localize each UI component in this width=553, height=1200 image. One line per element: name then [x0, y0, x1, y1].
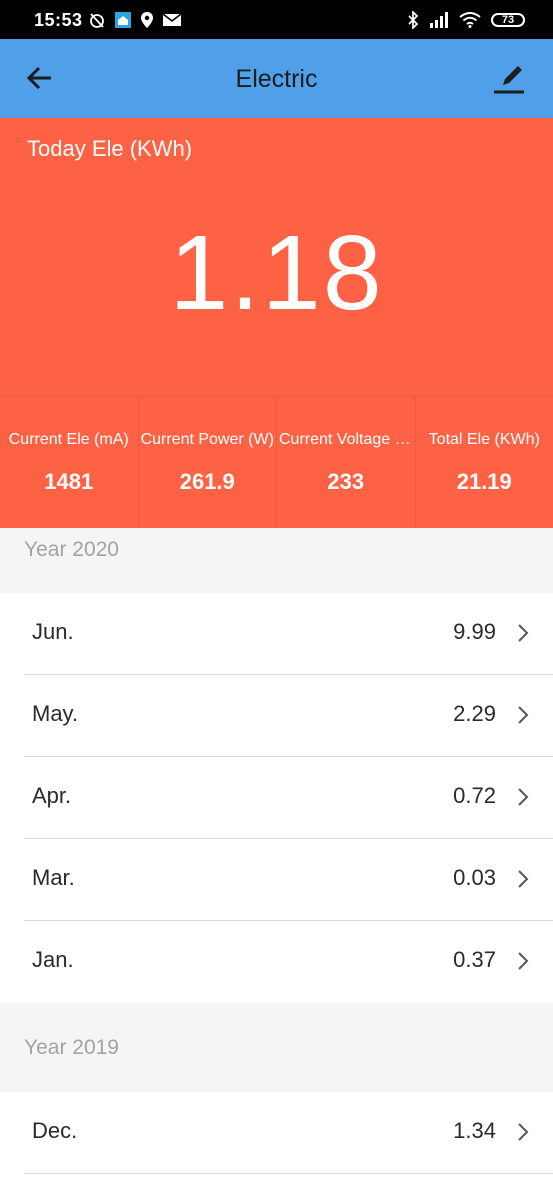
stats-row: Current Ele (mA) 1481 Current Power (W) … [0, 396, 553, 528]
stat-current-ele: Current Ele (mA) 1481 [0, 396, 139, 528]
month-list-2019: Dec. 1.34 [0, 1092, 553, 1174]
year-header-2020: Year 2020 [0, 528, 553, 593]
month-name: Mar. [32, 865, 75, 890]
stat-label: Current Ele (mA) [8, 431, 129, 448]
chevron-right-icon [518, 952, 529, 970]
stat-label: Current Power (W) [140, 431, 274, 448]
month-name: Jan. [32, 947, 74, 972]
month-value: 0.72 [453, 783, 496, 808]
edit-button[interactable] [491, 59, 527, 97]
status-time: 15:53 [34, 10, 83, 30]
stat-label: Current Voltage (V) [279, 431, 415, 448]
status-icons-right: 73 [407, 10, 525, 30]
signal-icon [430, 12, 448, 28]
month-row-mar[interactable]: Mar. 0.03 [0, 839, 553, 921]
bluetooth-icon [408, 11, 419, 29]
page-title: Electric [235, 65, 318, 93]
location-icon [141, 12, 153, 28]
month-name: Dec. [32, 1118, 78, 1143]
month-list-2020: Jun. 9.99 May. 2.29 Apr. 0.72 Mar. 0.03 … [0, 593, 553, 1003]
month-value: 2.29 [453, 701, 496, 726]
year-header-2019: Year 2019 [0, 1003, 553, 1092]
chevron-right-icon [518, 870, 529, 888]
stat-value: 261.9 [179, 469, 235, 494]
today-energy-value: 1.18 [169, 214, 384, 332]
month-value: 1.34 [453, 1118, 496, 1143]
year-label: Year 2019 [24, 1036, 119, 1059]
stat-label: Total Ele (KWh) [428, 431, 540, 448]
month-row-jun[interactable]: Jun. 9.99 [0, 593, 553, 675]
today-energy-panel: Today Ele (KWh) 1.18 [0, 118, 553, 396]
stat-value: 21.19 [456, 469, 512, 494]
chevron-right-icon [518, 1123, 529, 1141]
month-row-dec[interactable]: Dec. 1.34 [0, 1092, 553, 1174]
wifi-icon [459, 12, 481, 28]
month-value: 0.03 [453, 865, 496, 890]
month-name: May. [32, 701, 79, 726]
month-row-may[interactable]: May. 2.29 [0, 675, 553, 757]
stat-value: 233 [327, 469, 365, 494]
chevron-right-icon [518, 788, 529, 806]
app-bar: Electric [0, 39, 553, 118]
month-name: Apr. [32, 783, 72, 808]
year-label: Year 2020 [24, 538, 119, 561]
app-notification-icon [115, 12, 131, 28]
battery-icon: 73 [491, 13, 525, 27]
chevron-right-icon [518, 624, 529, 642]
month-name: Jun. [32, 619, 74, 644]
month-value: 9.99 [453, 619, 496, 644]
month-row-jan[interactable]: Jan. 0.37 [0, 921, 553, 1003]
status-bar: 15:53 73 [0, 0, 553, 39]
month-value: 0.37 [453, 947, 496, 972]
stat-value: 1481 [44, 469, 94, 494]
edit-icon [494, 66, 524, 94]
alarm-off-icon [90, 13, 104, 28]
chevron-right-icon [518, 706, 529, 724]
month-row-apr[interactable]: Apr. 0.72 [0, 757, 553, 839]
status-icons-left [88, 10, 182, 30]
stat-current-power: Current Power (W) 261.9 [138, 396, 277, 528]
mail-icon [162, 13, 182, 26]
stat-total-ele: Total Ele (KWh) 21.19 [415, 396, 553, 528]
today-energy-label: Today Ele (KWh) [27, 136, 193, 161]
stat-current-voltage: Current Voltage (V) 233 [277, 396, 416, 528]
